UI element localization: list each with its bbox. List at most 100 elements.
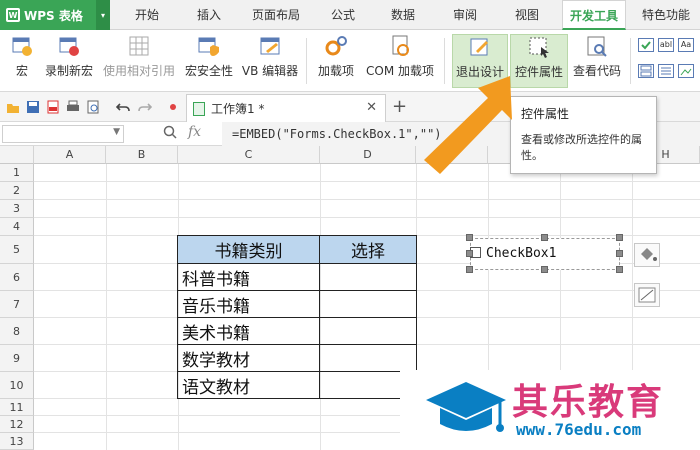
row-header-6[interactable]: 6: [0, 264, 34, 291]
fill-bucket-icon[interactable]: [634, 243, 660, 267]
row-header-12[interactable]: 12: [0, 416, 34, 433]
record-macro-button-label: 录制新宏: [44, 64, 93, 78]
table-cell-select[interactable]: [320, 345, 417, 372]
column-header-a[interactable]: A: [34, 146, 106, 164]
checkbox-caption[interactable]: CheckBox1: [486, 246, 556, 261]
watermark: 其乐教育 www.76edu.com: [400, 370, 700, 450]
table-cell-category[interactable]: 数学教材: [178, 345, 320, 372]
gridline: [34, 181, 700, 182]
save-icon[interactable]: [26, 100, 40, 114]
table-cell-select[interactable]: [320, 291, 417, 318]
resize-handle[interactable]: [616, 250, 623, 257]
table-cell-select[interactable]: [320, 264, 417, 291]
resize-handle[interactable]: [466, 250, 473, 257]
chevron-down-icon[interactable]: ▾: [96, 0, 110, 30]
row-header-9[interactable]: 9: [0, 345, 34, 372]
redo-icon[interactable]: [138, 100, 152, 114]
row-header-1[interactable]: 1: [0, 164, 34, 182]
row-header-3[interactable]: 3: [0, 200, 34, 218]
macro-icon: [10, 34, 34, 58]
tab-data[interactable]: 数据: [380, 0, 426, 30]
tab-special-features[interactable]: 特色功能: [634, 0, 698, 30]
macro-button[interactable]: 宏: [6, 34, 38, 88]
wps-app-menu[interactable]: W WPS 表格: [0, 0, 110, 30]
vb-editor-button[interactable]: VB 编辑器: [240, 34, 300, 88]
select-all-corner[interactable]: [0, 146, 34, 164]
column-header-d[interactable]: D: [320, 146, 416, 164]
view-code-icon: [585, 34, 609, 58]
table-cell-category[interactable]: 音乐书籍: [178, 291, 320, 318]
tab-review[interactable]: 审阅: [442, 0, 488, 30]
chevron-down-icon[interactable]: ▼: [113, 127, 120, 137]
listbox-control-icon[interactable]: [658, 64, 674, 78]
undo-icon[interactable]: [116, 100, 130, 114]
insert-function-icon[interactable]: fx: [188, 124, 201, 140]
row-header-11[interactable]: 11: [0, 399, 34, 416]
row-header-13[interactable]: 13: [0, 433, 34, 450]
table-cell-category[interactable]: 美术书籍: [178, 318, 320, 345]
row-header-5[interactable]: 5: [0, 236, 34, 264]
relative-reference-button[interactable]: 使用相对引用: [100, 34, 178, 88]
open-folder-icon[interactable]: [6, 100, 20, 114]
print-preview-icon[interactable]: [86, 100, 100, 114]
row-header-10[interactable]: 10: [0, 372, 34, 399]
spreadsheet-file-icon: [193, 101, 205, 116]
resize-handle[interactable]: [616, 234, 623, 241]
tab-formulas[interactable]: 公式: [320, 0, 366, 30]
add-ins-button[interactable]: 加载项: [314, 34, 358, 88]
record-macro-button[interactable]: 录制新宏: [42, 34, 96, 88]
row-header-2[interactable]: 2: [0, 182, 34, 200]
ribbon-developer: 宏 录制新宏 使用相对引用 宏安全性 VB 编辑器 加载项 COM 加载项 退出…: [0, 30, 700, 92]
textbox-control-icon[interactable]: abl: [658, 38, 674, 52]
table-cell-category[interactable]: 语文教材: [178, 372, 320, 399]
close-icon[interactable]: ✕: [366, 100, 377, 115]
macro-button-label: 宏: [15, 64, 28, 78]
row-header-7[interactable]: 7: [0, 291, 34, 318]
spin-control-icon[interactable]: [638, 64, 654, 78]
print-icon[interactable]: [66, 100, 80, 114]
resize-handle[interactable]: [541, 266, 548, 273]
image-control-icon[interactable]: [678, 64, 694, 78]
resize-handle[interactable]: [541, 234, 548, 241]
relative-reference-button-label: 使用相对引用: [102, 64, 175, 78]
ribbon-tab-bar: W WPS 表格 ▾ 开始 插入 页面布局 公式 数据 审阅 视图 开发工具 特…: [0, 0, 700, 30]
label-control-icon[interactable]: Aa: [678, 38, 694, 52]
row-header-4[interactable]: 4: [0, 218, 34, 236]
checkbox-control-icon[interactable]: [638, 38, 654, 52]
name-box[interactable]: ▼: [2, 125, 124, 143]
table-cell-category[interactable]: 科普书籍: [178, 264, 320, 291]
new-tab-plus-icon[interactable]: +: [392, 96, 407, 117]
gridline: [34, 217, 700, 218]
row-header-8[interactable]: 8: [0, 318, 34, 345]
document-tab[interactable]: 工作簿1 * ✕: [186, 94, 386, 122]
tab-insert[interactable]: 插入: [186, 0, 232, 30]
design-mode-icon: [468, 35, 492, 59]
tooltip-title: 控件属性: [521, 107, 570, 121]
zoom-search-icon[interactable]: [163, 125, 177, 143]
column-header-c[interactable]: C: [178, 146, 320, 164]
resize-handle[interactable]: [616, 266, 623, 273]
gear-icon: [324, 34, 348, 58]
control-properties-icon: [527, 35, 551, 59]
table-header-category[interactable]: 书籍类别: [178, 236, 320, 264]
tab-view[interactable]: 视图: [504, 0, 550, 30]
gridline: [106, 164, 107, 450]
view-code-button[interactable]: 查看代码: [570, 34, 624, 88]
line-style-icon[interactable]: [634, 283, 660, 307]
table-cell-select[interactable]: [320, 318, 417, 345]
tab-developer[interactable]: 开发工具: [562, 0, 626, 30]
resize-handle[interactable]: [466, 234, 473, 241]
control-properties-button[interactable]: 控件属性: [510, 34, 568, 88]
pin-icon[interactable]: [166, 100, 180, 114]
tab-home[interactable]: 开始: [124, 0, 170, 30]
grid-icon: [127, 34, 151, 58]
export-pdf-icon[interactable]: [46, 100, 60, 114]
tab-page-layout[interactable]: 页面布局: [244, 0, 308, 30]
resize-handle[interactable]: [466, 266, 473, 273]
shield-icon: [197, 34, 221, 58]
watermark-url: www.76edu.com: [516, 420, 642, 439]
column-header-b[interactable]: B: [106, 146, 178, 164]
table-header-select[interactable]: 选择: [320, 236, 417, 264]
tooltip-body: 查看或修改所选控件的属性。: [521, 133, 642, 162]
macro-security-button[interactable]: 宏安全性: [182, 34, 236, 88]
